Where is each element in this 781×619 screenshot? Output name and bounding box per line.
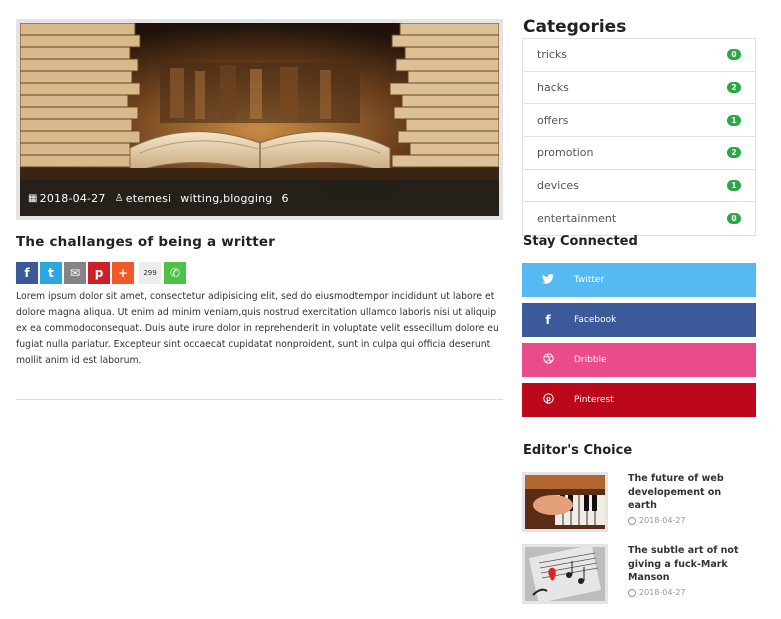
category-count-badge: 1 bbox=[727, 180, 741, 192]
piano-photo bbox=[525, 475, 605, 529]
clock-icon bbox=[628, 516, 636, 525]
twitter-follow-button[interactable]: Twitter bbox=[522, 263, 756, 297]
categories-heading: Categories bbox=[523, 17, 627, 37]
article-hero-image[interactable]: ▦ 2018-04-27 ♙ etemesi witting,blogging 6 bbox=[16, 19, 503, 220]
category-item-tricks[interactable]: tricks 0 bbox=[523, 39, 755, 72]
article-body: Lorem ipsum dolor sit amet, consectetur … bbox=[16, 291, 499, 366]
article-tags[interactable]: witting,blogging bbox=[180, 192, 272, 205]
facebook-share-icon[interactable]: f bbox=[16, 262, 38, 284]
category-item-entertainment[interactable]: entertainment 0 bbox=[523, 202, 755, 235]
pinterest-icon: p bbox=[522, 393, 574, 407]
twitter-label: Twitter bbox=[574, 275, 605, 285]
pinterest-label: Pinterest bbox=[574, 395, 614, 405]
category-count-badge: 1 bbox=[727, 114, 741, 126]
stay-connected-heading: Stay Connected bbox=[523, 234, 638, 249]
categories-list: tricks 0 hacks 2 offers 1 promotion 2 device… bbox=[522, 38, 756, 237]
clock-icon bbox=[628, 588, 636, 597]
category-count-badge: 0 bbox=[727, 49, 741, 61]
dribbble-icon bbox=[522, 353, 574, 367]
article-comment-count: 6 bbox=[281, 191, 289, 205]
category-item-hacks[interactable]: hacks 2 bbox=[523, 72, 755, 105]
user-icon: ♙ bbox=[114, 192, 124, 204]
editors-choice-title[interactable]: The subtle art of not giving a fuck-Mark… bbox=[628, 544, 753, 585]
article-date: 2018-04-27 bbox=[39, 191, 106, 205]
editors-choice-heading: Editor's Choice bbox=[523, 443, 633, 458]
calendar-icon: ▦ bbox=[28, 192, 38, 204]
music-notes-photo bbox=[525, 547, 605, 601]
category-label: tricks bbox=[537, 48, 568, 62]
article-divider bbox=[16, 399, 503, 400]
share-count: 299 bbox=[139, 262, 161, 284]
category-count-badge: 0 bbox=[727, 213, 741, 225]
category-label: offers bbox=[537, 113, 569, 127]
pinterest-follow-button[interactable]: p Pinterest bbox=[522, 383, 756, 417]
dribbble-follow-button[interactable]: Dribble bbox=[522, 343, 756, 377]
email-share-icon[interactable]: ✉ bbox=[64, 262, 86, 284]
article-meta-bar: ▦ 2018-04-27 ♙ etemesi witting,blogging 6 bbox=[20, 180, 499, 216]
facebook-label: Facebook bbox=[574, 315, 617, 325]
twitter-share-icon[interactable]: t bbox=[40, 262, 62, 284]
editors-choice-date: 2018-04-27 bbox=[628, 588, 686, 597]
category-label: hacks bbox=[537, 81, 569, 95]
category-label: entertainment bbox=[537, 212, 617, 226]
share-bar: f t ✉ p + 299 ✆ bbox=[16, 262, 188, 284]
svg-text:p: p bbox=[546, 395, 551, 403]
category-count-badge: 2 bbox=[727, 147, 741, 159]
editors-choice-date-text: 2018-04-27 bbox=[639, 516, 686, 525]
facebook-icon: f bbox=[545, 313, 551, 327]
article-title[interactable]: The challanges of being a writter bbox=[16, 234, 275, 250]
editors-choice-date-text: 2018-04-27 bbox=[639, 588, 686, 597]
editors-choice-title[interactable]: The future of web developement on earth bbox=[628, 472, 753, 513]
category-item-promotion[interactable]: promotion 2 bbox=[523, 137, 755, 170]
twitter-icon bbox=[522, 273, 574, 287]
category-count-badge: 2 bbox=[727, 82, 741, 94]
more-share-icon[interactable]: + bbox=[112, 262, 134, 284]
music-notes-thumbnail[interactable] bbox=[522, 544, 608, 604]
category-item-devices[interactable]: devices 1 bbox=[523, 170, 755, 203]
category-label: devices bbox=[537, 179, 579, 193]
whatsapp-share-icon[interactable]: ✆ bbox=[164, 262, 186, 284]
dribbble-label: Dribble bbox=[574, 355, 607, 365]
category-item-offers[interactable]: offers 1 bbox=[523, 104, 755, 138]
facebook-follow-button[interactable]: f Facebook bbox=[522, 303, 756, 337]
category-label: promotion bbox=[537, 146, 594, 160]
article-author[interactable]: etemesi bbox=[126, 192, 172, 205]
piano-thumbnail[interactable] bbox=[522, 472, 608, 532]
editors-choice-date: 2018-04-27 bbox=[628, 516, 686, 525]
pinterest-share-icon[interactable]: p bbox=[88, 262, 110, 284]
